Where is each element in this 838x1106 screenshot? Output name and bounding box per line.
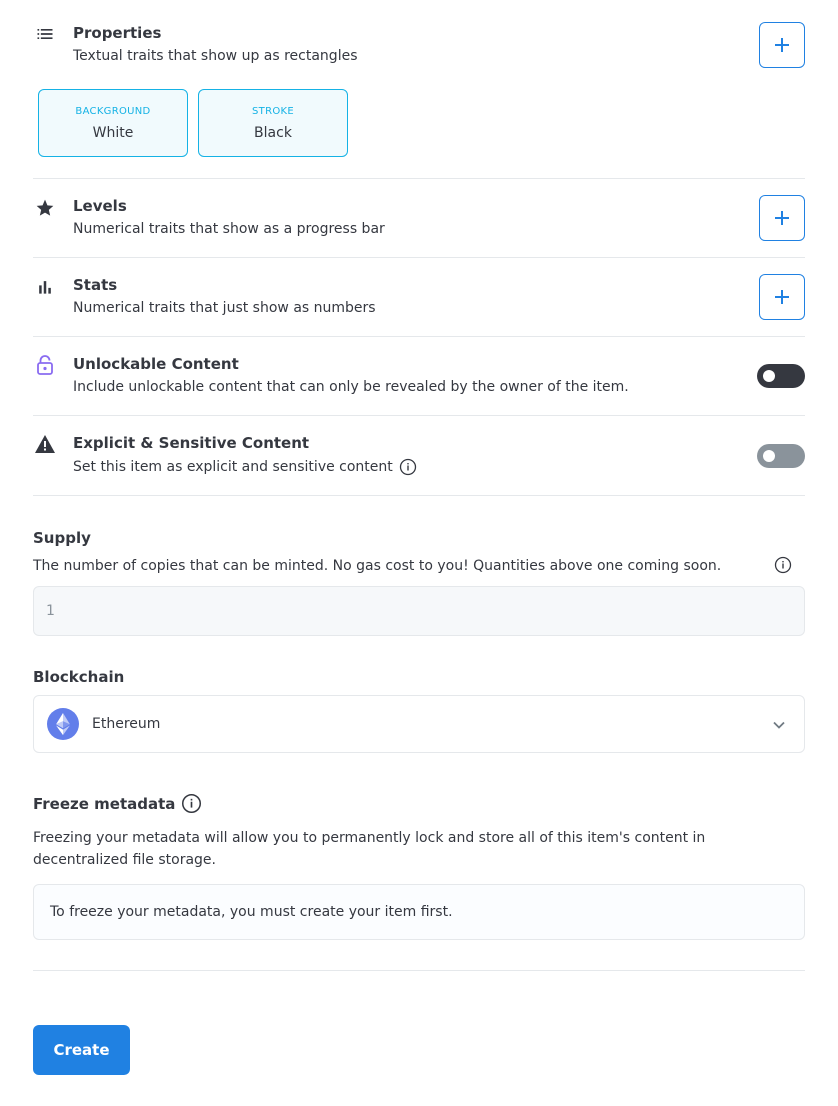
supply-description: The number of copies that can be minted.…	[33, 558, 722, 574]
property-value: Black	[254, 124, 292, 141]
ethereum-icon	[47, 708, 79, 740]
levels-description: Numerical traits that show as a progress…	[73, 221, 385, 237]
chevron-down-icon	[773, 721, 785, 729]
toggle-knob	[763, 370, 775, 382]
property-card-stroke[interactable]: STROKE Black	[198, 89, 348, 157]
info-icon[interactable]	[181, 793, 202, 814]
create-button[interactable]: Create	[33, 1025, 130, 1075]
explicit-description: Set this item as explicit and sensitive …	[73, 459, 393, 475]
supply-title: Supply	[33, 529, 91, 547]
supply-value: 1	[46, 603, 55, 619]
freeze-title: Freeze metadata	[33, 794, 176, 813]
levels-title: Levels	[73, 197, 127, 215]
property-type: BACKGROUND	[75, 105, 151, 117]
divider	[33, 495, 805, 496]
star-icon	[33, 196, 57, 220]
properties-description: Textual traits that show up as rectangle…	[73, 48, 358, 64]
explicit-title: Explicit & Sensitive Content	[73, 434, 310, 452]
supply-input[interactable]: 1	[33, 586, 805, 636]
warning-icon	[33, 432, 57, 456]
freeze-description: Freezing your metadata will allow you to…	[33, 830, 706, 868]
list-icon	[33, 22, 57, 46]
add-stat-button[interactable]	[759, 274, 805, 320]
divider	[33, 415, 805, 416]
plus-icon	[775, 290, 789, 304]
plus-icon	[775, 211, 789, 225]
stats-description: Numerical traits that just show as numbe…	[73, 300, 376, 316]
freeze-notice: To freeze your metadata, you must create…	[50, 904, 453, 920]
divider	[33, 178, 805, 179]
divider	[33, 336, 805, 337]
explicit-description-row: Set this item as explicit and sensitive …	[73, 458, 417, 476]
divider	[33, 970, 805, 971]
add-property-button[interactable]	[759, 22, 805, 68]
info-icon[interactable]	[399, 458, 417, 476]
blockchain-select[interactable]: Ethereum	[33, 695, 805, 753]
toggle-knob	[763, 450, 775, 462]
plus-icon	[775, 38, 789, 52]
divider	[33, 257, 805, 258]
stats-title: Stats	[73, 276, 118, 294]
lock-open-icon	[33, 353, 57, 377]
unlockable-toggle[interactable]	[757, 364, 805, 388]
freeze-title-row: Freeze metadata	[33, 793, 202, 814]
info-icon[interactable]	[774, 556, 792, 574]
explicit-toggle[interactable]	[757, 444, 805, 468]
blockchain-title: Blockchain	[33, 668, 125, 686]
properties-title: Properties	[73, 24, 162, 42]
unlockable-description: Include unlockable content that can only…	[73, 379, 629, 395]
add-level-button[interactable]	[759, 195, 805, 241]
property-value: White	[92, 124, 134, 141]
freeze-notice-box: To freeze your metadata, you must create…	[33, 884, 805, 940]
blockchain-selected: Ethereum	[92, 716, 161, 732]
property-type: STROKE	[252, 105, 294, 117]
bar-chart-icon	[33, 275, 57, 299]
property-card-background[interactable]: BACKGROUND White	[38, 89, 188, 157]
unlockable-title: Unlockable Content	[73, 355, 239, 373]
